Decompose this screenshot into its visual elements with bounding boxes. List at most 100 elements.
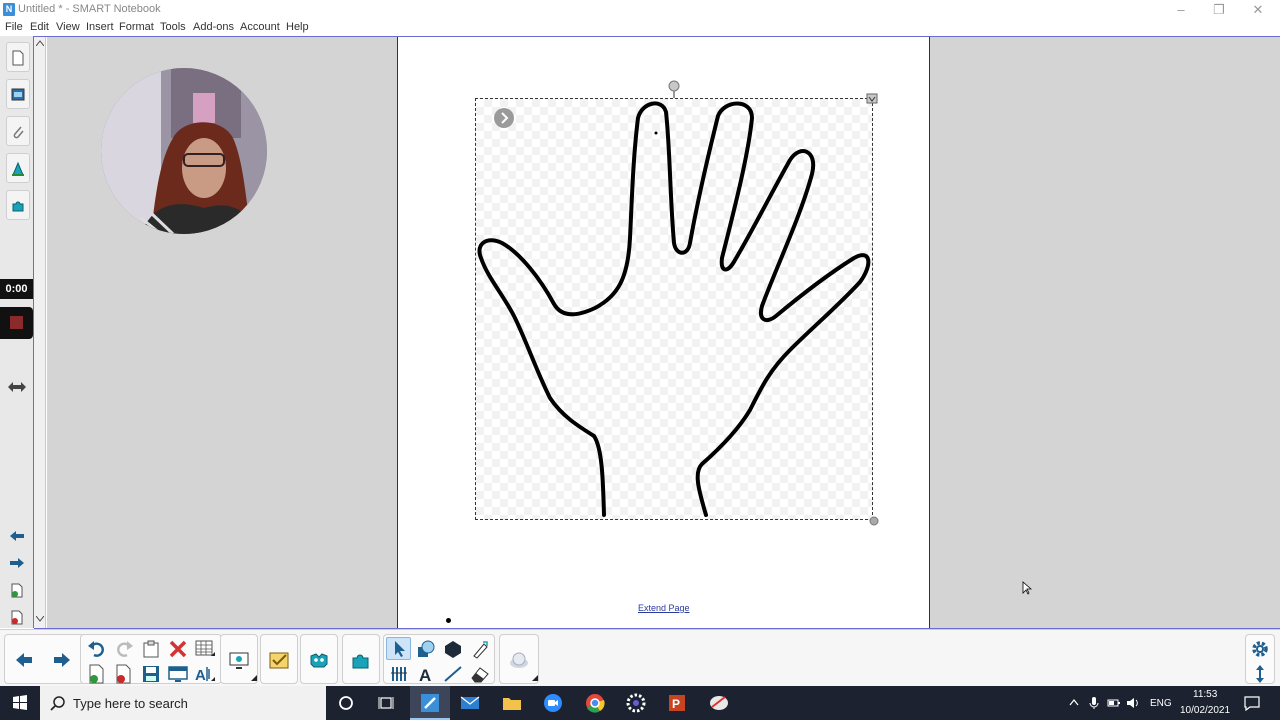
game-group — [300, 634, 338, 684]
menu-file[interactable]: File — [5, 21, 23, 33]
next-page-icon[interactable] — [51, 649, 73, 671]
task-view-icon[interactable] — [378, 695, 394, 711]
window-title: Untitled * - SMART Notebook — [18, 3, 161, 15]
menu-add-ons[interactable]: Add-ons — [193, 21, 234, 33]
svg-text:A: A — [195, 667, 206, 684]
display-screen-icon[interactable] — [228, 649, 250, 671]
file-explorer-icon[interactable] — [502, 694, 522, 712]
taskbar-search-box[interactable]: Type here to search — [40, 686, 326, 720]
mouse-cursor-icon — [1022, 581, 1032, 595]
move-toolbar-icon[interactable] — [1249, 663, 1271, 685]
battery-icon[interactable] — [1107, 697, 1121, 709]
select-arrow-icon[interactable] — [388, 638, 410, 660]
add-page-toolbar-icon[interactable] — [86, 663, 108, 685]
clock-date[interactable]: 10/02/2021 — [1180, 705, 1230, 716]
recording-timer: 0:00 — [0, 279, 33, 299]
svg-text:P: P — [672, 697, 680, 711]
table-icon[interactable] — [194, 638, 216, 660]
menu-insert[interactable]: Insert — [86, 21, 114, 33]
page-sorter-tab[interactable] — [6, 42, 30, 72]
redo-icon[interactable] — [113, 638, 135, 660]
settings-app-icon[interactable] — [626, 693, 646, 713]
cortana-icon[interactable] — [338, 695, 354, 711]
resize-handle-icon[interactable] — [869, 516, 879, 526]
smart-ink-icon[interactable] — [708, 693, 730, 713]
monster-quiz-icon[interactable] — [308, 649, 330, 671]
properties-icon — [12, 161, 24, 176]
menu-tools[interactable]: Tools — [160, 21, 186, 33]
delete-page-icon[interactable] — [11, 610, 23, 625]
attachments-tab[interactable] — [6, 116, 30, 146]
settings-gear-icon[interactable] — [1249, 638, 1271, 660]
undo-icon[interactable] — [86, 638, 108, 660]
page-sorter-icon — [12, 50, 24, 66]
scroll-up-icon[interactable] — [36, 40, 44, 46]
screen-shade-icon[interactable] — [167, 663, 189, 685]
menu-help[interactable]: Help — [286, 21, 309, 33]
menu-bar: File Edit View Insert Format Tools Add-o… — [0, 20, 1280, 36]
activity-builder-icon[interactable] — [268, 649, 290, 671]
taskbar-smart-notebook[interactable] — [410, 686, 450, 720]
line-tool-icon[interactable] — [442, 663, 464, 685]
menu-account[interactable]: Account — [240, 21, 280, 33]
delete-page-toolbar-icon[interactable] — [113, 663, 135, 685]
close-button[interactable]: ✕ — [1248, 2, 1268, 18]
rotate-handle-icon[interactable] — [668, 80, 680, 92]
add-ons-tab[interactable] — [6, 190, 30, 220]
volume-icon[interactable] — [1126, 696, 1140, 710]
powerpoint-icon[interactable]: P — [667, 693, 687, 713]
stop-icon — [10, 316, 23, 329]
shapes-tool-icon[interactable] — [415, 638, 437, 660]
paste-icon[interactable] — [140, 638, 162, 660]
activity-group — [260, 634, 298, 684]
addons-puzzle-icon[interactable] — [350, 649, 372, 671]
menu-view[interactable]: View — [56, 21, 80, 33]
side-scrollbar[interactable] — [34, 36, 46, 628]
workspace-right-margin — [930, 36, 1280, 628]
text-recognition-icon[interactable]: A — [194, 663, 216, 685]
menu-edit[interactable]: Edit — [30, 21, 49, 33]
delete-icon[interactable] — [167, 638, 189, 660]
windows-start-icon[interactable] — [0, 686, 40, 720]
fill-tool-icon[interactable] — [442, 638, 464, 660]
properties-group — [499, 634, 539, 684]
pen-tool-icon[interactable] — [388, 663, 410, 685]
scroll-down-icon[interactable] — [36, 616, 44, 622]
restore-button[interactable]: ❐ — [1209, 2, 1229, 18]
workspace-top-border — [34, 36, 1280, 37]
main-toolbar: A A — [0, 629, 1280, 686]
edit-group: A — [80, 634, 222, 684]
properties-tab[interactable] — [6, 153, 30, 183]
microphone-icon[interactable] — [1089, 696, 1099, 710]
object-properties-icon[interactable] — [508, 649, 530, 671]
clock-time[interactable]: 11:53 — [1193, 689, 1217, 700]
minimize-button[interactable]: – — [1171, 2, 1191, 18]
zoom-icon[interactable] — [543, 693, 563, 713]
notifications-icon[interactable] — [1244, 695, 1260, 711]
previous-page-arrow-icon[interactable] — [9, 530, 25, 542]
expand-arrow-icon[interactable] — [494, 108, 514, 128]
mail-icon[interactable] — [460, 694, 480, 712]
title-bar: N Untitled * - SMART Notebook – ❐ ✕ — [0, 0, 1280, 20]
navigation-group — [4, 634, 84, 684]
hand-outline-drawing[interactable] — [470, 78, 882, 526]
display-group — [220, 634, 258, 684]
move-sidebar-icon[interactable] — [7, 381, 27, 393]
save-icon[interactable] — [140, 663, 162, 685]
menu-format[interactable]: Format — [119, 21, 154, 33]
previous-page-icon[interactable] — [13, 649, 35, 671]
chrome-icon[interactable] — [585, 693, 605, 713]
page-dot-marker — [446, 618, 451, 623]
next-page-arrow-icon[interactable] — [9, 557, 25, 569]
add-page-icon[interactable] — [11, 583, 23, 598]
show-hidden-icons-icon[interactable] — [1069, 698, 1079, 706]
eraser-icon[interactable] — [469, 663, 491, 685]
search-placeholder: Type here to search — [73, 696, 188, 711]
gallery-tab[interactable] — [6, 79, 30, 109]
input-language[interactable]: ENG — [1150, 698, 1172, 709]
text-tool-icon[interactable]: A — [415, 663, 437, 685]
webcam-preview[interactable] — [101, 68, 267, 234]
extend-page-link[interactable]: Extend Page — [638, 603, 690, 613]
magic-pen-icon[interactable] — [469, 638, 491, 660]
record-stop-button[interactable] — [0, 307, 33, 339]
